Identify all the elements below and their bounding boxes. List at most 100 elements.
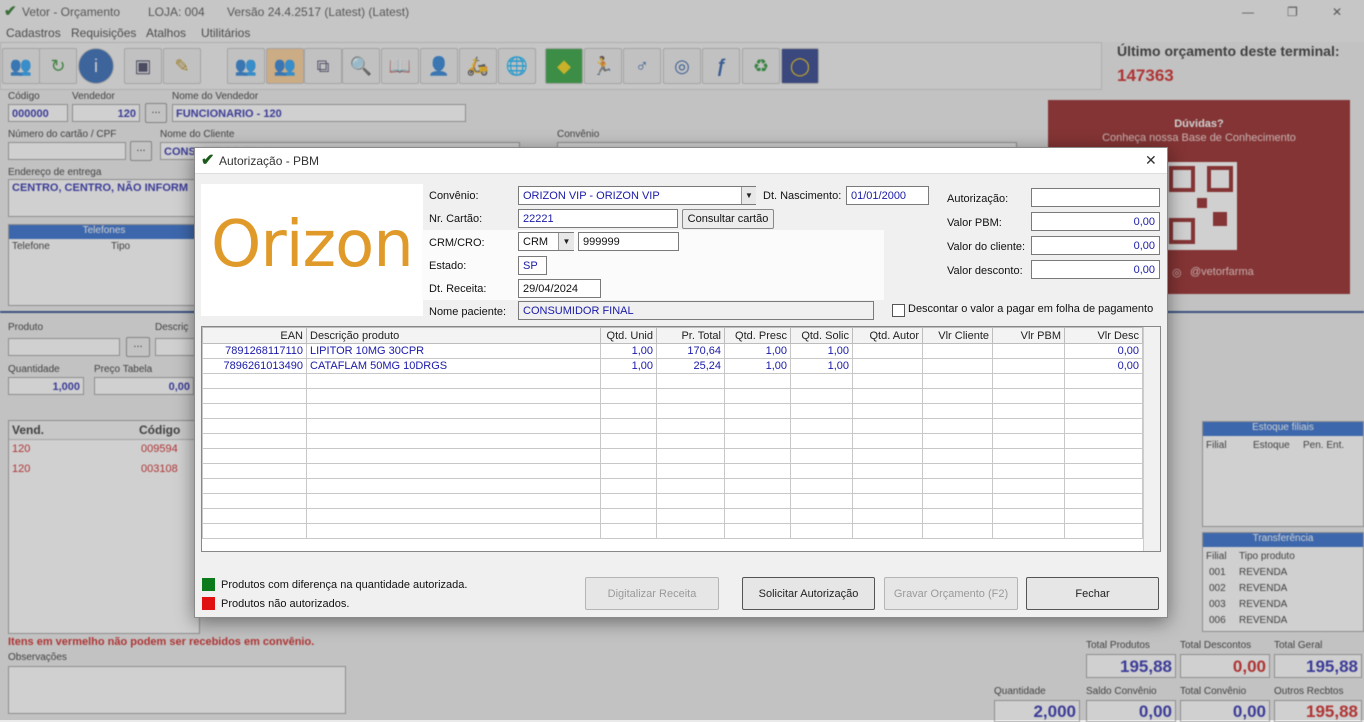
empty-cell: [1064, 403, 1143, 419]
col-ean[interactable]: EAN: [202, 327, 307, 344]
receita-field[interactable]: 29/04/2024: [518, 279, 601, 298]
empty-cell: [306, 508, 601, 524]
empty-cell: [992, 463, 1065, 479]
empty-cell: [202, 388, 307, 404]
empty-cell: [306, 388, 601, 404]
grid-scrollbar[interactable]: [1143, 327, 1160, 551]
empty-cell: [656, 508, 725, 524]
empty-cell: [656, 433, 725, 449]
cell-vlr-cliente[interactable]: [922, 358, 993, 374]
solicitar-autorizacao-button[interactable]: Solicitar Autorização: [742, 577, 875, 610]
empty-cell: [852, 403, 923, 419]
valor-desconto-field[interactable]: 0,00: [1031, 260, 1160, 279]
empty-cell: [600, 478, 657, 494]
empty-cell: [724, 448, 791, 464]
empty-cell: [202, 478, 307, 494]
cell-vlr-cliente[interactable]: [922, 343, 993, 359]
empty-cell: [724, 388, 791, 404]
cell-vlr-pbm[interactable]: [992, 343, 1065, 359]
col-descricao[interactable]: Descrição produto: [306, 327, 601, 344]
gravar-orcamento-button[interactable]: Gravar Orçamento (F2): [884, 577, 1018, 610]
valor-cliente-field[interactable]: 0,00: [1031, 236, 1160, 255]
product-row[interactable]: 7896261013490 CATAFLAM 50MG 10DRGS 1,00 …: [202, 358, 1143, 374]
descontar-label[interactable]: Descontar o valor a pagar em folha de pa…: [908, 303, 1153, 315]
cell-ean[interactable]: 7896261013490: [202, 358, 307, 374]
col-qtd-solic[interactable]: Qtd. Solic: [790, 327, 853, 344]
empty-cell: [202, 373, 307, 389]
empty-cell: [306, 448, 601, 464]
col-qtd-unid[interactable]: Qtd. Unid: [600, 327, 657, 344]
cell-qtd-presc[interactable]: 1,00: [724, 343, 791, 359]
cell-vlr-pbm[interactable]: [992, 358, 1065, 374]
empty-cell: [790, 403, 853, 419]
dialog-close-icon[interactable]: ✕: [1145, 152, 1157, 169]
empty-row: [202, 478, 1143, 494]
empty-cell: [922, 373, 993, 389]
consultar-cartao-button[interactable]: Consultar cartão: [682, 209, 774, 229]
nascimento-label: Dt. Nascimento:: [763, 190, 842, 202]
empty-cell: [852, 433, 923, 449]
empty-cell: [600, 433, 657, 449]
empty-cell: [656, 373, 725, 389]
empty-row: [202, 448, 1143, 464]
empty-cell: [724, 433, 791, 449]
empty-cell: [992, 448, 1065, 464]
cell-pr-total[interactable]: 170,64: [656, 343, 725, 359]
crm-dropdown-icon[interactable]: ▼: [558, 233, 574, 250]
crm-number-field[interactable]: 999999: [578, 232, 679, 251]
cell-qtd-autor[interactable]: [852, 358, 923, 374]
digitalizar-receita-button[interactable]: Digitalizar Receita: [585, 577, 719, 610]
empty-cell: [790, 373, 853, 389]
empty-cell: [656, 463, 725, 479]
cell-qtd-solic[interactable]: 1,00: [790, 358, 853, 374]
cell-ean[interactable]: 7891268117110: [202, 343, 307, 359]
autorizacao-field[interactable]: [1031, 188, 1160, 207]
cell-qtd-autor[interactable]: [852, 343, 923, 359]
empty-cell: [600, 463, 657, 479]
cell-qtd-solic[interactable]: 1,00: [790, 343, 853, 359]
fechar-button[interactable]: Fechar: [1026, 577, 1159, 610]
estado-field[interactable]: SP: [518, 256, 547, 275]
cell-qtd-unid[interactable]: 1,00: [600, 358, 657, 374]
col-qtd-autor[interactable]: Qtd. Autor: [852, 327, 923, 344]
col-vlr-pbm[interactable]: Vlr PBM: [992, 327, 1065, 344]
cell-vlr-desc[interactable]: 0,00: [1064, 358, 1143, 374]
convenio-dropdown-icon[interactable]: ▼: [741, 187, 756, 204]
empty-cell: [790, 418, 853, 434]
empty-cell: [992, 523, 1065, 539]
empty-cell: [922, 463, 993, 479]
col-pr-total[interactable]: Pr. Total: [656, 327, 725, 344]
estado-label: Estado:: [429, 260, 467, 272]
empty-cell: [724, 463, 791, 479]
cell-qtd-presc[interactable]: 1,00: [724, 358, 791, 374]
empty-cell: [852, 493, 923, 509]
dialog-titlebar: ✔ Autorização - PBM ✕: [195, 148, 1167, 174]
paciente-field[interactable]: CONSUMIDOR FINAL: [518, 301, 874, 320]
col-qtd-presc[interactable]: Qtd. Presc: [724, 327, 791, 344]
col-vlr-cliente[interactable]: Vlr Cliente: [922, 327, 993, 344]
col-vlr-desc[interactable]: Vlr Desc: [1064, 327, 1143, 344]
empty-cell: [600, 508, 657, 524]
empty-row: [202, 373, 1143, 389]
empty-cell: [992, 478, 1065, 494]
product-row[interactable]: 7891268117110 LIPITOR 10MG 30CPR 1,00 17…: [202, 343, 1143, 359]
cartao-field[interactable]: 22221: [518, 209, 678, 228]
empty-cell: [852, 508, 923, 524]
cell-vlr-desc[interactable]: 0,00: [1064, 343, 1143, 359]
dialog-title: Autorização - PBM: [219, 154, 320, 168]
descontar-checkbox[interactable]: [892, 304, 905, 317]
valor-pbm-field[interactable]: 0,00: [1031, 212, 1160, 231]
empty-cell: [790, 493, 853, 509]
empty-cell: [306, 463, 601, 479]
nascimento-field[interactable]: 01/01/2000: [846, 186, 929, 205]
cell-pr-total[interactable]: 25,24: [656, 358, 725, 374]
cell-qtd-unid[interactable]: 1,00: [600, 343, 657, 359]
empty-cell: [656, 448, 725, 464]
cell-descricao[interactable]: CATAFLAM 50MG 10DRGS: [306, 358, 601, 374]
orizon-logo-text: Orizon: [211, 208, 414, 282]
empty-cell: [306, 493, 601, 509]
convenio-select[interactable]: ORIZON VIP - ORIZON VIP: [518, 186, 756, 205]
empty-cell: [724, 493, 791, 509]
empty-cell: [656, 478, 725, 494]
cell-descricao[interactable]: LIPITOR 10MG 30CPR: [306, 343, 601, 359]
